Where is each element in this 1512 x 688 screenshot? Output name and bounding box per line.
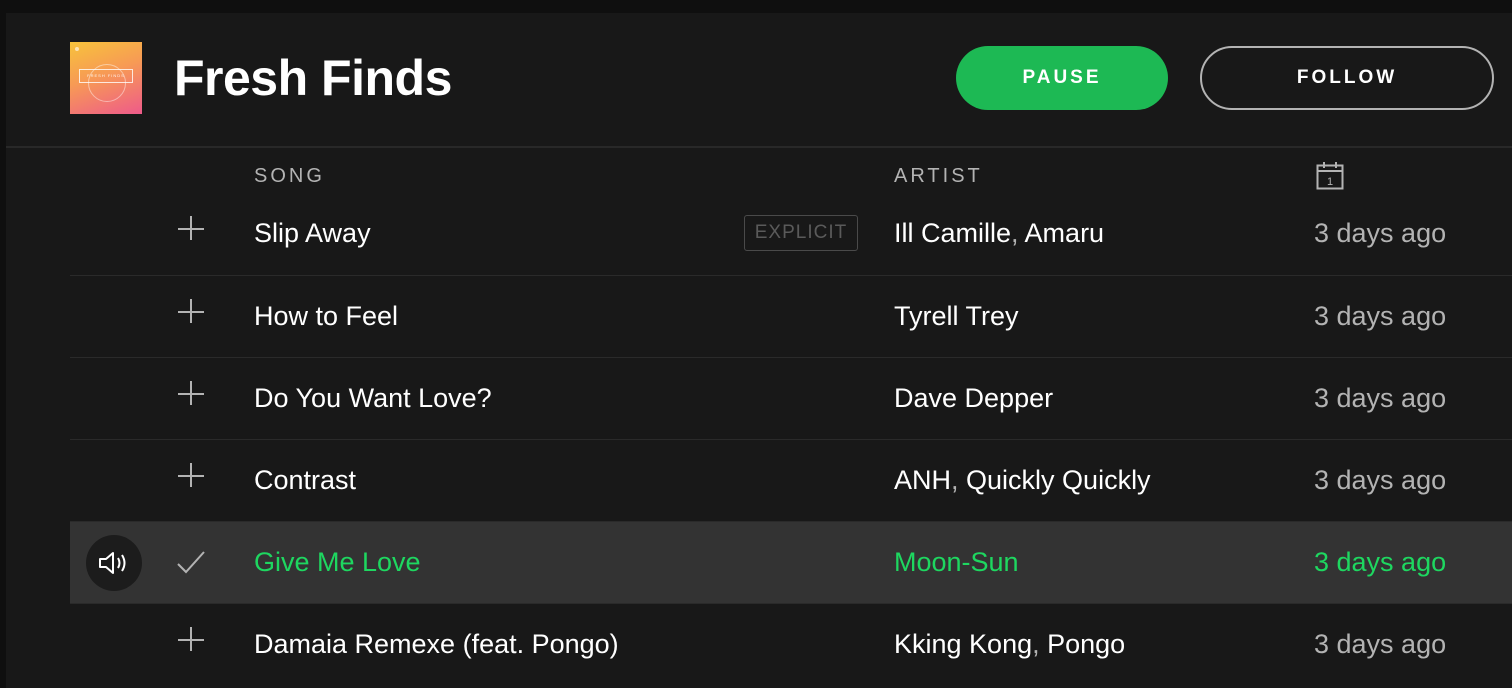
artist-separator: ,	[1032, 629, 1048, 659]
track-title[interactable]: Damaia Remexe (feat. Pongo)	[254, 604, 619, 684]
add-track-icon[interactable]	[174, 378, 208, 412]
track-title[interactable]: Do You Want Love?	[254, 358, 492, 438]
artist-link[interactable]: Ill Camille	[894, 218, 1011, 248]
artist-link[interactable]: Pongo	[1047, 629, 1125, 659]
artist-link[interactable]: Dave Depper	[894, 383, 1053, 413]
date-added: 3 days ago	[1314, 301, 1447, 331]
playlist-cover[interactable]: FRESH FINDS	[70, 42, 142, 114]
page-title: Fresh Finds	[174, 50, 452, 106]
saved-check-icon[interactable]	[174, 548, 208, 578]
header-divider	[6, 146, 1512, 148]
playlist-view: FRESH FINDS Fresh Finds PAUSE FOLLOW SON…	[6, 13, 1512, 688]
artist-link[interactable]: ANH	[894, 465, 951, 495]
artist-separator: ,	[1011, 218, 1025, 248]
date-added: 3 days ago	[1314, 383, 1447, 413]
date-added: 3 days ago	[1314, 465, 1447, 495]
track-artists: Tyrell Trey	[894, 276, 1019, 356]
date-added: 3 days ago	[1314, 547, 1447, 577]
calendar-icon[interactable]: 1	[1315, 161, 1345, 191]
column-header-artist[interactable]: ARTIST	[894, 164, 983, 188]
column-header-song[interactable]: SONG	[254, 164, 325, 188]
artist-link[interactable]: Quickly Quickly	[966, 465, 1151, 495]
track-artists: Kking Kong, Pongo	[894, 604, 1125, 684]
date-added: 3 days ago	[1314, 218, 1447, 248]
date-added: 3 days ago	[1314, 629, 1447, 659]
playlist-header: FRESH FINDS Fresh Finds PAUSE FOLLOW	[6, 13, 1512, 147]
track-artists: Ill Camille, Amaru	[894, 193, 1104, 273]
track-row[interactable]: Damaia Remexe (feat. Pongo) Kking Kong, P…	[70, 603, 1512, 685]
track-title[interactable]: Slip Away	[254, 193, 371, 273]
speaker-icon[interactable]	[86, 535, 142, 591]
follow-button[interactable]: FOLLOW	[1200, 46, 1494, 110]
cover-dot	[75, 47, 79, 51]
add-track-icon[interactable]	[174, 213, 208, 247]
track-title[interactable]: Contrast	[254, 440, 356, 520]
explicit-badge: EXPLICIT	[744, 215, 858, 251]
track-artists: ANH, Quickly Quickly	[894, 440, 1151, 520]
track-artists: Moon-Sun	[894, 522, 1019, 602]
artist-link[interactable]: Amaru	[1025, 218, 1105, 248]
track-row[interactable]: Contrast ANH, Quickly Quickly 3 days ago	[70, 439, 1512, 521]
track-artists: Dave Depper	[894, 358, 1053, 438]
track-title[interactable]: How to Feel	[254, 276, 398, 356]
track-row[interactable]: Give Me Love Moon-Sun 3 days ago	[70, 521, 1512, 603]
artist-link[interactable]: Kking Kong	[894, 629, 1032, 659]
add-track-icon[interactable]	[174, 296, 208, 330]
add-track-icon[interactable]	[174, 460, 208, 494]
pause-button[interactable]: PAUSE	[956, 46, 1168, 110]
track-title[interactable]: Give Me Love	[254, 522, 421, 602]
artist-link[interactable]: Tyrell Trey	[894, 301, 1019, 331]
artist-link[interactable]: Moon-Sun	[894, 547, 1019, 577]
calendar-icon-text: 1	[1327, 176, 1333, 188]
track-row[interactable]: Do You Want Love? Dave Depper 3 days ago	[70, 357, 1512, 439]
track-row[interactable]: Slip Away EXPLICIT Ill Camille, Amaru 3 day…	[70, 205, 1512, 275]
track-row[interactable]: How to Feel Tyrell Trey 3 days ago	[70, 275, 1512, 357]
cover-text: FRESH FINDS	[79, 69, 133, 83]
add-track-icon[interactable]	[174, 624, 208, 658]
artist-separator: ,	[951, 465, 967, 495]
